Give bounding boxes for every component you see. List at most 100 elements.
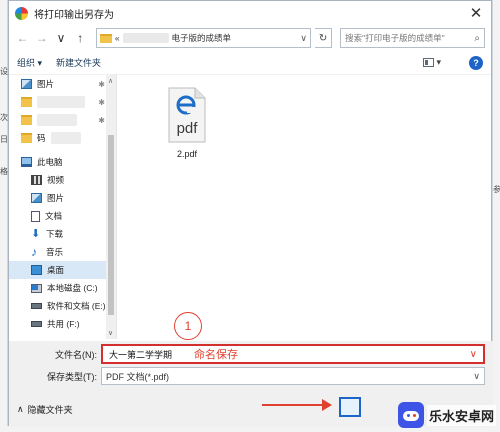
filename-annotation: 命名保存	[194, 349, 239, 361]
save-as-dialog: 将打印输出另存为 ✕ ← → ∨ ↑ « 电子版的成绩单 ∨ ↻ 搜索"打印电子…	[8, 0, 493, 427]
background-mark: 日	[0, 135, 8, 144]
app-logo-icon	[15, 6, 28, 20]
sidebar-item-downloads[interactable]: ⬇ 下载	[9, 225, 107, 243]
organize-button[interactable]: 组织 ▾	[17, 56, 42, 69]
hide-folders-button[interactable]: ∧ 隐藏文件夹	[17, 403, 73, 416]
sidebar-item-label: 文档	[45, 211, 63, 221]
file-item[interactable]: pdf 2.pdf	[157, 87, 217, 159]
sidebar-item-label: 视频	[47, 175, 65, 185]
title-bar: 将打印输出另存为 ✕	[9, 1, 491, 25]
browser-body: 图片 ✱ ✱ ✱ 码 此电脑 视频 图片 文档 ⬇ 下载 ♪ 音乐 桌面 本地磁…	[9, 75, 493, 339]
sidebar-item-documents[interactable]: 文档	[9, 207, 107, 225]
sidebar-item-label: 软件和文档 (E:)	[47, 301, 106, 311]
address-bar[interactable]: « 电子版的成绩单 ∨	[95, 28, 311, 48]
hide-folders-label: 隐藏文件夹	[27, 405, 73, 415]
filetype-label: 保存类型(T):	[47, 371, 97, 382]
drive-icon	[31, 303, 42, 309]
desktop-icon	[31, 265, 42, 275]
view-options-button[interactable]: ▾	[423, 57, 441, 68]
refresh-button[interactable]: ↻	[314, 28, 333, 48]
filename-value: 大一第二学学期	[109, 349, 173, 360]
filetype-dropdown-icon[interactable]: ∨	[473, 371, 480, 382]
view-icon	[423, 58, 435, 67]
background-mark: 格	[0, 167, 8, 176]
annotation-arrow-head	[322, 399, 332, 411]
navigation-bar: ← → ∨ ↑ « 电子版的成绩单 ∨ ↻ 搜索"打印电子版的成绩单" ⌕	[9, 25, 491, 51]
save-form: 文件名(N): 大一第二学学期 命名保存 ∨ 保存类型(T): PDF 文档(*…	[9, 341, 493, 387]
svg-text:pdf: pdf	[177, 120, 199, 137]
up-arrow-icon[interactable]: ↑	[73, 29, 88, 47]
sidebar-item-local-disk-c[interactable]: 本地磁盘 (C:)	[9, 279, 107, 297]
breadcrumb-current[interactable]: 电子版的成绩单	[172, 32, 232, 44]
watermark: 乐水安卓网	[397, 402, 496, 428]
background-mark: 次	[0, 113, 8, 122]
breadcrumb-overflow[interactable]: «	[115, 33, 120, 43]
breadcrumb-blurred	[122, 33, 169, 43]
address-dropdown-icon[interactable]: ∨	[300, 33, 307, 44]
sidebar-item-blurred[interactable]: 码	[9, 129, 107, 147]
sidebar-item-videos[interactable]: 视频	[9, 171, 107, 189]
filename-dropdown-icon[interactable]: ∨	[470, 349, 477, 360]
sidebar-item-desktop[interactable]: 桌面	[9, 261, 107, 279]
sidebar-item-label: 图片	[37, 79, 55, 89]
blurred-label	[37, 114, 77, 126]
filename-field[interactable]: 大一第二学学期 命名保存 ∨	[101, 344, 485, 364]
filetype-row: 保存类型(T): PDF 文档(*.pdf) ∨	[9, 367, 493, 385]
pictures-icon	[21, 79, 32, 89]
background-spreadsheet-right: 参	[492, 0, 500, 432]
pin-icon: ✱	[98, 97, 105, 107]
downloads-icon: ⬇	[31, 227, 41, 240]
sidebar-item-label: 音乐	[46, 247, 64, 257]
sidebar-item-drive-f[interactable]: 共用 (F:)	[9, 315, 107, 333]
search-input[interactable]: 搜索"打印电子版的成绩单" ⌕	[340, 28, 486, 48]
drive-icon	[31, 321, 42, 327]
scrollbar-thumb[interactable]	[108, 135, 114, 315]
sidebar-item-blurred[interactable]: ✱	[9, 111, 107, 129]
filename-row: 文件名(N): 大一第二学学期 命名保存 ∨	[9, 343, 493, 365]
background-mark: 参	[493, 185, 500, 194]
sidebar-item-this-pc[interactable]: 此电脑	[9, 153, 107, 171]
help-button[interactable]: ?	[469, 55, 483, 70]
filename-label: 文件名(N):	[55, 349, 97, 360]
command-toolbar: 组织 ▾ 新建文件夹 ▾ ?	[9, 51, 491, 75]
close-button[interactable]: ✕	[461, 2, 491, 24]
search-icon: ⌕	[474, 32, 481, 44]
blurred-label	[50, 132, 81, 144]
save-button[interactable]	[339, 397, 361, 417]
annotation-arrow-line	[262, 404, 324, 406]
sidebar-item-music[interactable]: ♪ 音乐	[9, 243, 107, 261]
pdf-icon: pdf	[168, 87, 206, 143]
sidebar-item-drive-e[interactable]: 软件和文档 (E:)	[9, 297, 107, 315]
chevron-up-icon: ∧	[17, 404, 24, 414]
filetype-select[interactable]: PDF 文档(*.pdf) ∨	[101, 367, 485, 385]
sidebar-scrollbar[interactable]: ∧ ∨	[106, 75, 116, 339]
documents-icon	[31, 210, 40, 222]
folder-icon	[21, 133, 32, 143]
forward-arrow-icon[interactable]: →	[34, 29, 49, 47]
sidebar-item-blurred[interactable]: ✱	[9, 93, 107, 111]
view-dropdown-icon: ▾	[436, 57, 441, 67]
video-icon	[31, 175, 42, 185]
sidebar-item-label: 桌面	[47, 265, 65, 275]
window-title: 将打印输出另存为	[34, 9, 114, 21]
sidebar-item-label: 下载	[46, 229, 64, 239]
new-folder-button[interactable]: 新建文件夹	[56, 56, 101, 69]
sidebar-item-label: 本地磁盘 (C:)	[47, 283, 98, 293]
filetype-value: PDF 文档(*.pdf)	[106, 371, 170, 382]
scroll-up-icon[interactable]: ∧	[108, 77, 113, 85]
pin-icon: ✱	[98, 79, 105, 89]
back-arrow-icon[interactable]: ←	[15, 29, 30, 47]
gamepad-logo-icon	[397, 402, 424, 428]
folder-icon	[99, 33, 112, 43]
sidebar-item-pictures[interactable]: 图片	[9, 189, 107, 207]
sidebar-item-label: 码	[37, 133, 46, 143]
navigation-pane: 图片 ✱ ✱ ✱ 码 此电脑 视频 图片 文档 ⬇ 下载 ♪ 音乐 桌面 本地磁…	[9, 75, 117, 339]
sidebar-item-label: 图片	[47, 193, 65, 203]
sidebar-item-pictures-quick[interactable]: 图片 ✱	[9, 75, 107, 93]
watermark-text: 乐水安卓网	[426, 404, 496, 426]
pictures-icon	[31, 193, 42, 203]
recent-locations-chevron-icon[interactable]: ∨	[53, 29, 68, 47]
scroll-down-icon[interactable]: ∨	[108, 329, 113, 337]
folder-icon	[21, 115, 32, 125]
background-spreadsheet-left: 设 次 日 格	[0, 0, 8, 432]
